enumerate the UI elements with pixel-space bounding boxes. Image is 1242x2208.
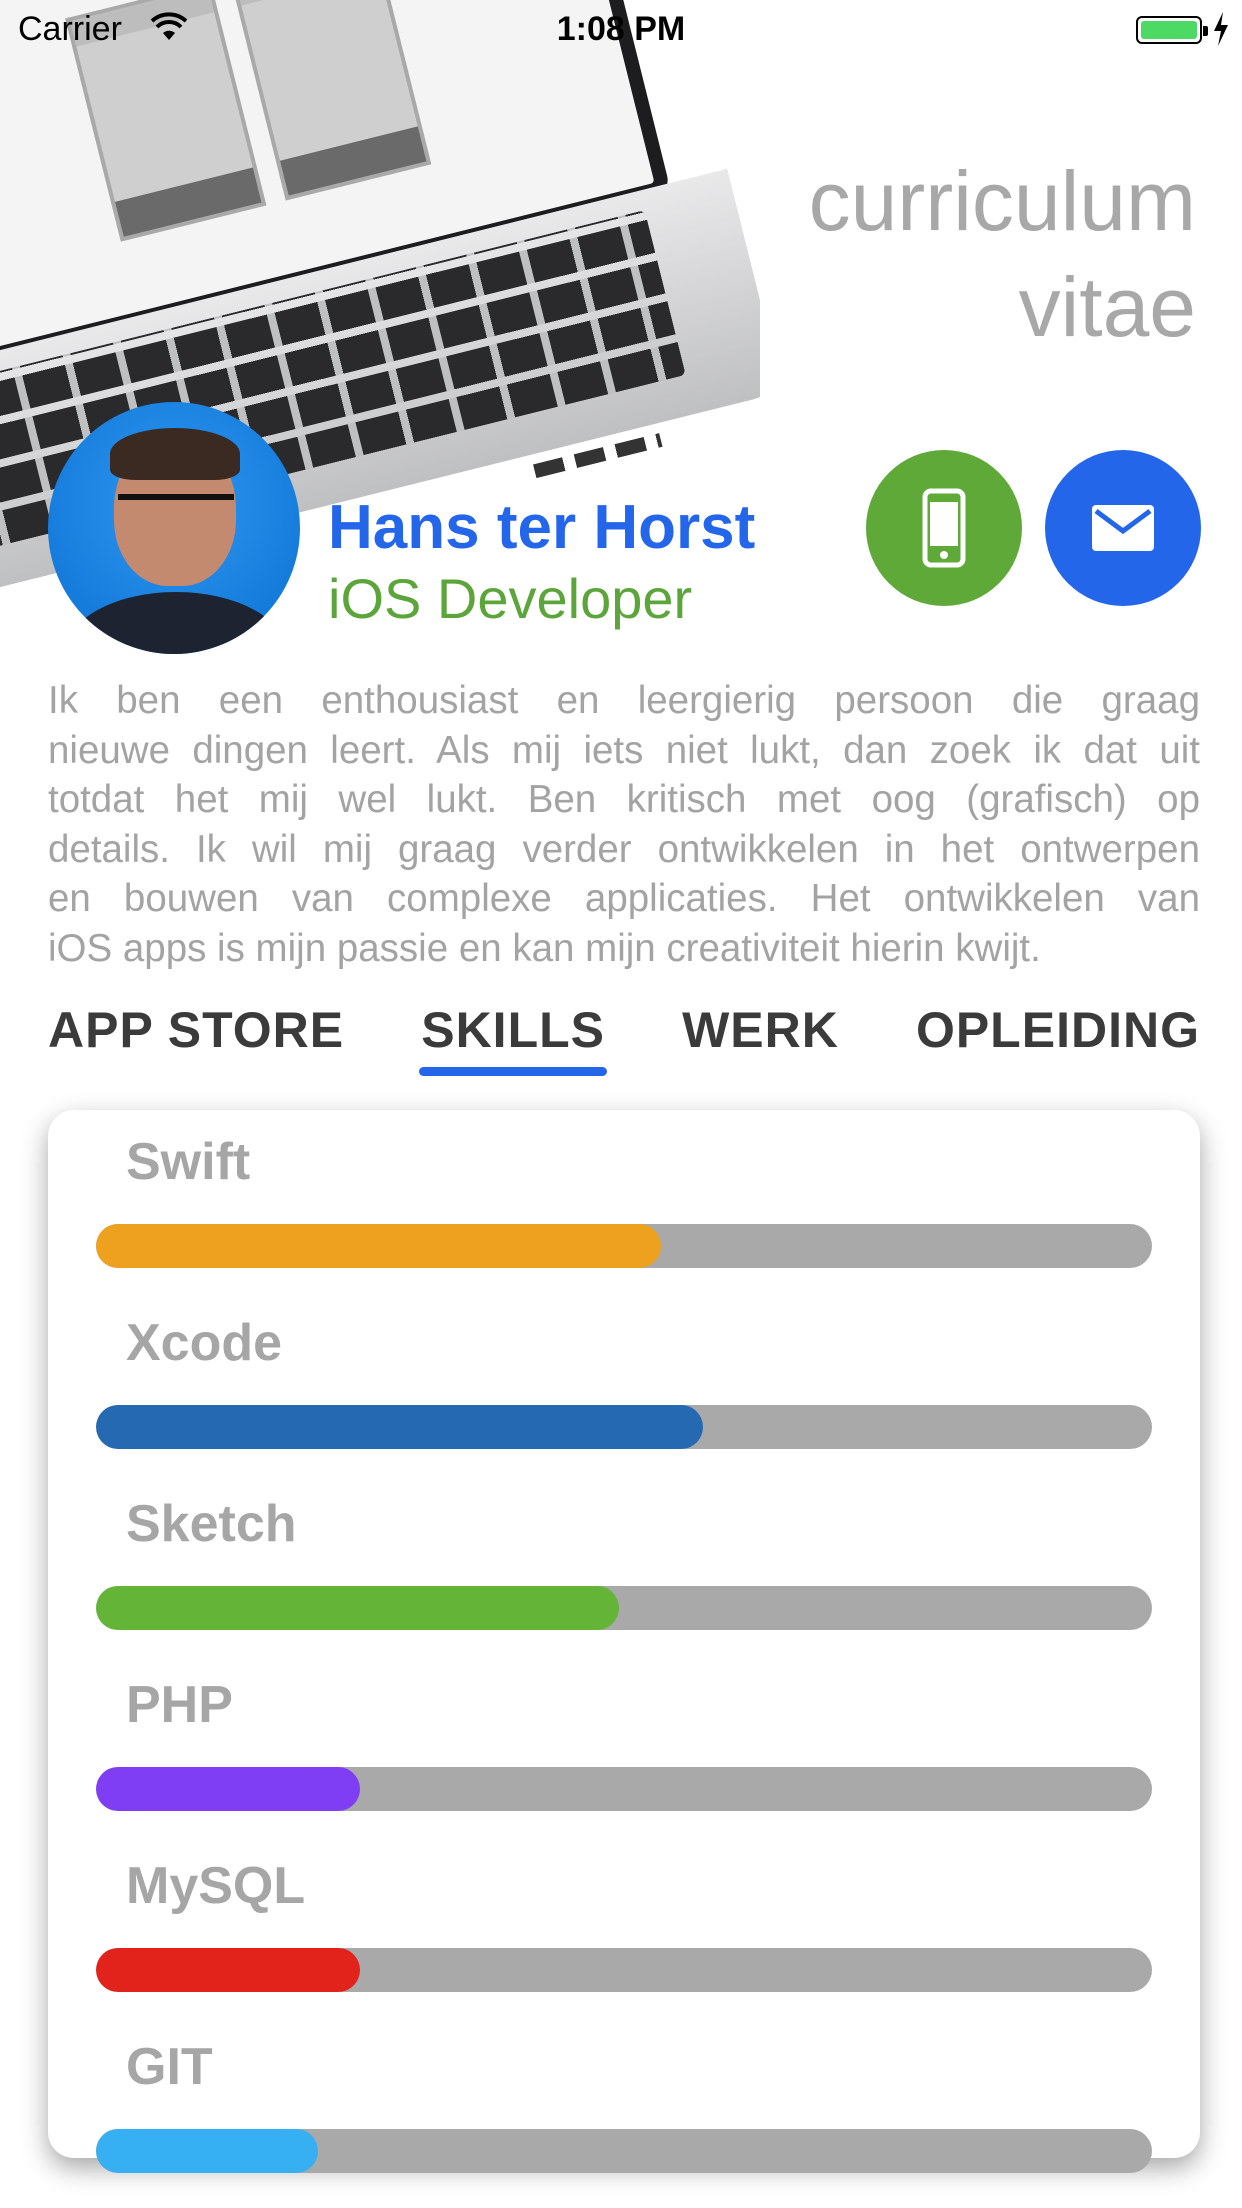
title-line-2: vitae — [1018, 260, 1196, 354]
bio-line: nieuwe dingen leert. Als mij iets niet l… — [48, 728, 1200, 772]
tab-opleiding[interactable]: OPLEIDING — [916, 996, 1200, 1076]
skill-progress-fill — [96, 2129, 318, 2173]
skill-progress-track — [96, 1948, 1152, 1992]
bio-line: Ik ben een enthousiast en leergierig per… — [48, 679, 1200, 722]
status-time: 1:08 PM — [556, 10, 686, 48]
skill-progress-fill — [96, 1948, 360, 1992]
tab-skills[interactable]: SKILLS — [419, 996, 607, 1076]
skill-progress-track — [96, 1224, 1152, 1268]
mail-button[interactable] — [1045, 450, 1201, 606]
bio-line: en bouwen van complexe applicaties. Het … — [48, 877, 1200, 920]
skill-progress-track — [96, 1586, 1152, 1630]
tab-werk[interactable]: WERK — [682, 996, 839, 1076]
charging-bolt-icon — [1214, 12, 1228, 46]
title-line-1: curriculum — [808, 154, 1196, 248]
skill-label: GIT — [126, 2038, 213, 2096]
phone-icon — [922, 488, 966, 568]
bio-line: totdat het mij wel lukt. Ben kritisch me… — [48, 778, 1200, 821]
skill-progress-fill — [96, 1405, 704, 1449]
status-bar: Carrier 1:08 PM — [0, 0, 1242, 60]
bio-line: details. Ik wil mij graag verder ontwikk… — [48, 827, 1200, 871]
person-name: Hans ter Horst — [328, 493, 756, 562]
bio-line: iOS apps is mijn passie en kan mijn crea… — [48, 926, 1041, 970]
skill-progress-fill — [96, 1767, 360, 1811]
tab-app-store[interactable]: APP STORE — [48, 996, 344, 1076]
skill-label: MySQL — [126, 1857, 306, 1915]
skill-label: Sketch — [126, 1495, 297, 1553]
skill-label: Xcode — [126, 1314, 283, 1372]
page-title: curriculum vitae — [696, 148, 1196, 360]
skill-progress-track — [96, 2129, 1152, 2173]
skill-progress-track — [96, 1405, 1152, 1449]
skill-progress-fill — [96, 1224, 661, 1268]
skills-card: Swift Xcode Sketch PHP MySQL GIT — [48, 1110, 1200, 2173]
skill-label: Swift — [126, 1133, 251, 1191]
avatar — [48, 402, 300, 654]
skill-progress-track — [96, 1767, 1152, 1811]
phone-button[interactable] — [866, 450, 1022, 606]
bio-text: Ik ben een enthousiast en leergierig per… — [48, 676, 1200, 973]
skill-label: PHP — [126, 1676, 233, 1734]
mail-icon — [1092, 505, 1154, 551]
battery-icon — [1136, 16, 1208, 44]
person-role: iOS Developer — [328, 567, 693, 630]
skill-progress-fill — [96, 1586, 619, 1630]
section-tabs: APP STORE SKILLS WERK OPLEIDING — [48, 996, 1200, 1076]
